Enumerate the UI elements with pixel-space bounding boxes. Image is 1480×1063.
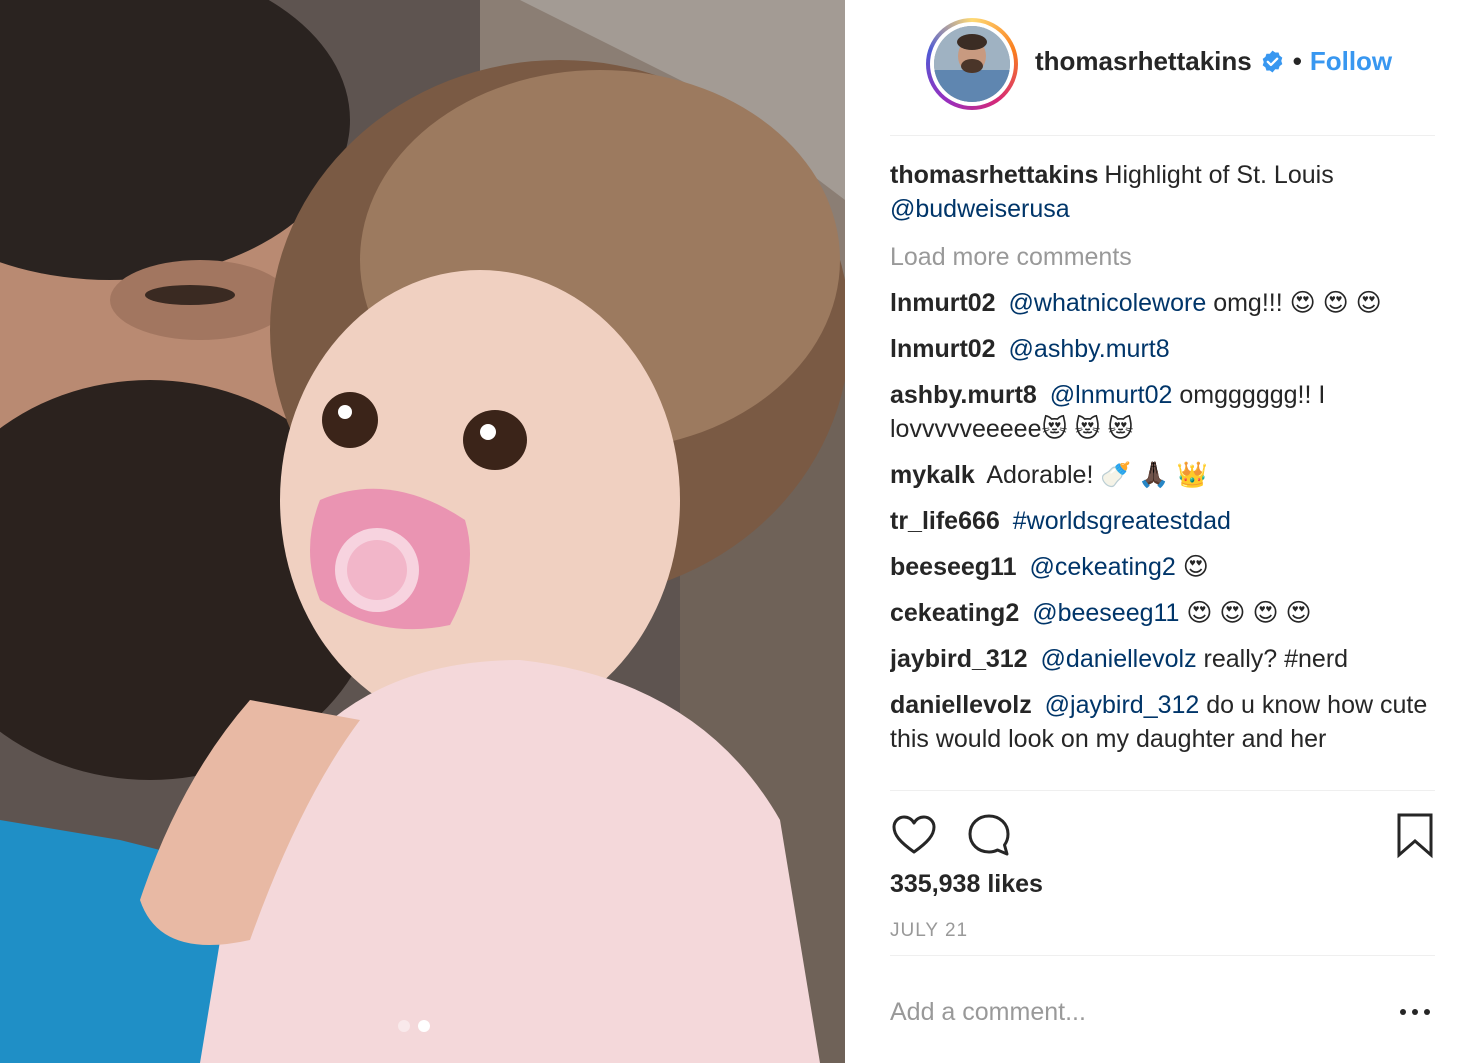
comment-item: daniellevolz @jaybird_312 do u know how …	[890, 688, 1450, 756]
post-caption: thomasrhettakins Highlight of St. Louis @…	[890, 158, 1450, 226]
comment-bubble-icon[interactable]	[965, 811, 1013, 859]
comment-username[interactable]: mykalk	[890, 461, 975, 489]
comment-mention[interactable]: @lnmurt02	[1050, 381, 1173, 409]
heart-icon[interactable]	[890, 811, 938, 859]
comment-hashtag[interactable]: #worldsgreatestdad	[1013, 507, 1231, 535]
avatar-story-ring[interactable]	[926, 18, 1018, 110]
header-username[interactable]: thomasrhettakins	[1035, 46, 1252, 77]
avatar[interactable]	[934, 26, 1010, 102]
comment-item: lnmurt02 @whatnicolewore omg!!! 😍 😍 😍	[890, 286, 1450, 320]
comment-username[interactable]: daniellevolz	[890, 691, 1032, 719]
comment-text: really? #nerd	[1203, 645, 1349, 673]
comment-mention[interactable]: @whatnicolewore	[1009, 289, 1207, 317]
comment-username[interactable]: cekeating2	[890, 599, 1019, 627]
comment-mention[interactable]: @jaybird_312	[1045, 691, 1200, 719]
comment-item: beeseeg11 @cekeating2 😍	[890, 550, 1450, 584]
post-photo[interactable]	[0, 0, 845, 1063]
comment-username[interactable]: ashby.murt8	[890, 381, 1037, 409]
comment-item: tr_life666 #worldsgreatestdad	[890, 504, 1450, 538]
comment-username[interactable]: jaybird_312	[890, 645, 1028, 673]
likes-count[interactable]: 335,938 likes	[890, 870, 1043, 899]
comment-input[interactable]	[890, 992, 1360, 1032]
comment-mention[interactable]: @cekeating2	[1029, 553, 1175, 581]
load-more-comments-button[interactable]: Load more comments	[890, 240, 1450, 274]
comment-item: cekeating2 @beeseeg11 😍 😍 😍 😍	[890, 596, 1450, 630]
comment-item: jaybird_312 @daniellevolz really? #nerd	[890, 642, 1450, 676]
follow-button[interactable]: Follow	[1310, 46, 1392, 77]
carousel-dot[interactable]	[398, 1020, 410, 1032]
comment-username[interactable]: lnmurt02	[890, 289, 996, 317]
carousel-indicator	[398, 1020, 430, 1032]
caption-username[interactable]: thomasrhettakins	[890, 161, 1098, 189]
bookmark-icon[interactable]	[1395, 811, 1435, 859]
comment-item: ashby.murt8 @lnmurt02 omgggggg!! I lovvv…	[890, 378, 1450, 446]
carousel-dot-active[interactable]	[418, 1020, 430, 1032]
comment-text: Adorable! 🍼 🙏🏿 👑	[986, 461, 1208, 489]
comment-item: lnmurt02 @ashby.murt8	[890, 332, 1450, 366]
comment-text: 😍 😍 😍 😍	[1186, 599, 1312, 627]
avatar-image	[934, 26, 1010, 102]
caption-text: Highlight of St. Louis	[1104, 161, 1334, 189]
more-options-icon[interactable]	[1395, 1000, 1435, 1024]
header-separator: •	[1292, 46, 1302, 76]
comment-mention[interactable]: @ashby.murt8	[1009, 335, 1170, 363]
caption-mention[interactable]: @budweiserusa	[890, 195, 1070, 223]
post-actions	[890, 790, 1435, 859]
comment-text: 😍	[1182, 553, 1209, 581]
post-header: thomasrhettakins • Follow	[890, 18, 1435, 136]
post-photo-illustration	[0, 0, 845, 1063]
comment-mention[interactable]: @daniellevolz	[1041, 645, 1197, 673]
comment-username[interactable]: lnmurt02	[890, 335, 996, 363]
post-sidebar: thomasrhettakins • Follow thomasrhettaki…	[845, 0, 1480, 1063]
verified-badge-icon	[1262, 50, 1283, 73]
comment-text: omg!!! 😍 😍 😍	[1213, 289, 1382, 317]
comment-username[interactable]: beeseeg11	[890, 553, 1017, 581]
add-comment-section	[890, 955, 1435, 1063]
post-date[interactable]: JULY 21	[890, 920, 968, 942]
comment-item: mykalk Adorable! 🍼 🙏🏿 👑	[890, 458, 1450, 492]
comment-mention[interactable]: @beeseeg11	[1032, 599, 1179, 627]
comments-list[interactable]: thomasrhettakins Highlight of St. Louis @…	[890, 158, 1450, 788]
comment-username[interactable]: tr_life666	[890, 507, 1000, 535]
